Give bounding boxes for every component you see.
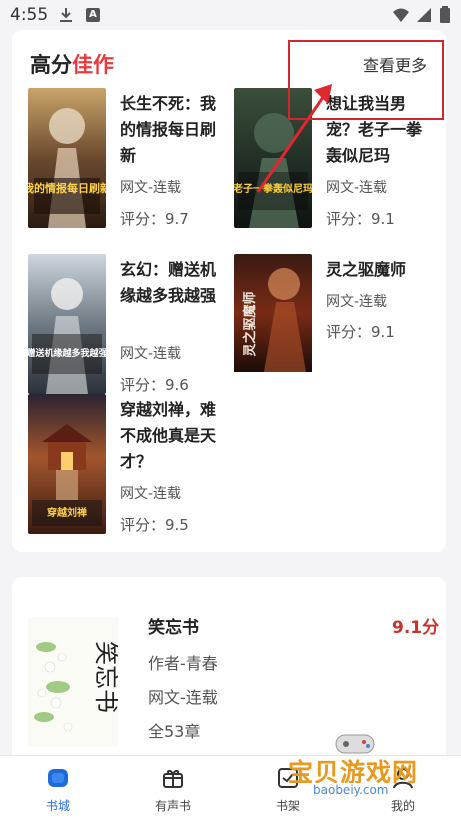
watermark: 宝贝游戏网 baobeiy.com [288,734,438,805]
book-tag: 网文-连载 [326,294,388,310]
book-title: 长生不死：我的情报每日刷新 [120,94,217,165]
cover-title-text: 穿越刘禅 [47,506,87,519]
book-title: 玄幻：赠送机缘越多我越强 [120,260,217,305]
status-time: 4:55 [10,5,49,25]
tab-label: 有声书 [154,799,191,813]
book-title: 穿越刘禅，难不成他真是天才？ [120,400,217,471]
book-score: 评分：9.1 [326,210,395,228]
book-cover[interactable]: 赠送机缘越多我越强 [28,254,106,394]
book-card[interactable]: 赠送机缘越多我越强 玄幻：赠送机缘越多我越强 网文-连载 评分：9.6 [28,254,233,396]
download-icon [60,8,72,22]
featured-book-title: 笑忘书 [148,618,199,638]
featured-book-score: 9.1分 [392,618,440,638]
book-title: 灵之驱魔师 [326,260,407,279]
book-cover[interactable]: 穿越刘禅 [28,394,106,534]
section-title: 高分佳作 [30,49,114,79]
book-score: 评分：9.7 [120,210,189,228]
book-score: 评分：9.5 [120,516,189,534]
tab-audiobook[interactable]: 有声书 [133,756,213,820]
cover-title-text: 我的情报每日刷新 [28,181,106,195]
book-card[interactable]: 穿越刘禅 穿越刘禅，难不成他真是天才？ 网文-连载 评分：9.5 [28,394,233,536]
a-badge-icon: A [86,8,100,22]
section-title-accent: 佳作 [72,53,114,77]
book-card[interactable]: 灵之驱魔师 灵之驱魔师 网文-连载 评分：9.1 [234,254,439,396]
featured-book-author: 作者-青春 [148,654,218,673]
wifi-icon [393,8,409,22]
cover-title-text: 灵之驱魔师 [242,291,258,356]
tab-bookstore[interactable]: 书城 [18,756,98,820]
book-cover[interactable]: 我的情报每日刷新 [28,88,106,228]
cover-title-text: 笑忘书 [92,641,118,713]
featured-book-tag: 网文-连载 [148,688,218,707]
bookstore-icon [48,769,68,787]
book-card[interactable]: 我的情报每日刷新 长生不死：我的情报每日刷新 网文-连载 评分：9.7 [28,88,233,230]
book-score: 评分：9.1 [326,323,395,341]
featured-book-chapters: 全53章 [148,722,201,741]
cover-title-text: 赠送机缘越多我越强 [28,347,106,359]
annotation-arrow-icon [256,84,332,193]
watermark-url: baobeiy.com [310,783,392,797]
section-title-prefix: 高分 [30,53,72,77]
featured-book-cover[interactable]: 笑忘书 [28,617,120,747]
book-tag: 网文-连载 [120,346,182,362]
book-tag: 网文-连载 [120,486,182,502]
book-score: 评分：9.6 [120,376,189,394]
book-cover[interactable]: 灵之驱魔师 [234,254,312,394]
gift-box-icon [163,770,183,788]
signal-icon [417,8,431,22]
status-bar: 4:55 A [0,0,461,30]
battery-icon [440,6,450,23]
book-tag: 网文-连载 [120,180,182,196]
tab-label: 书城 [45,799,70,813]
